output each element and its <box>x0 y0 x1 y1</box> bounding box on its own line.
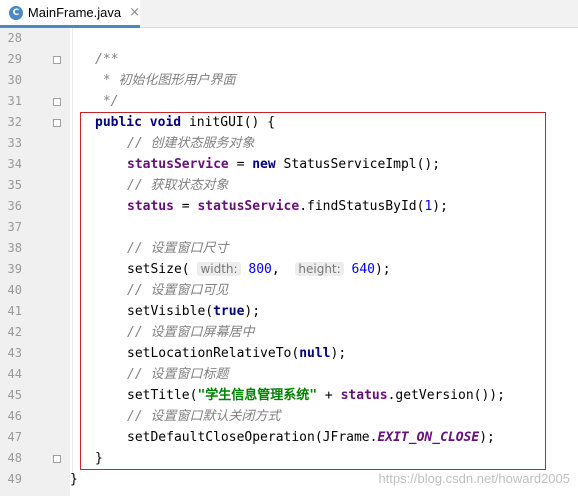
line-number: 31 <box>7 94 22 108</box>
code-token: * 初始化图形用户界面 <box>95 73 236 88</box>
line-number: 46 <box>7 409 22 423</box>
fold-marker-icon[interactable] <box>53 98 61 106</box>
line-number: 32 <box>7 115 22 129</box>
line-number: 29 <box>7 52 22 66</box>
highlight-box <box>80 112 546 470</box>
line-number: 44 <box>7 367 22 381</box>
line-number: 47 <box>7 430 22 444</box>
line-number: 28 <box>7 31 22 45</box>
fold-marker-icon[interactable] <box>53 56 61 64</box>
line-number: 30 <box>7 73 22 87</box>
line-number: 49 <box>7 472 22 486</box>
line-number: 37 <box>7 220 22 234</box>
close-icon[interactable]: × <box>129 5 140 20</box>
line-number: 41 <box>7 304 22 318</box>
code-line[interactable]: /** <box>95 49 118 70</box>
code-token: } <box>70 472 78 487</box>
tab-mainframe-java[interactable]: C MainFrame.java × <box>0 0 140 28</box>
line-number: 39 <box>7 262 22 276</box>
line-number: 40 <box>7 283 22 297</box>
java-class-icon: C <box>9 5 23 20</box>
line-number: 42 <box>7 325 22 339</box>
line-number: 43 <box>7 346 22 360</box>
watermark: https://blog.csdn.net/howard2005 <box>378 471 570 486</box>
fold-marker-icon[interactable] <box>53 455 61 463</box>
tab-label: MainFrame.java <box>27 5 122 20</box>
code-line[interactable]: * 初始化图形用户界面 <box>95 70 236 91</box>
line-number: 35 <box>7 178 22 192</box>
code-token: */ <box>95 94 119 109</box>
code-line[interactable]: } <box>70 469 78 490</box>
line-number: 38 <box>7 241 22 255</box>
line-number: 45 <box>7 388 22 402</box>
code-token: /** <box>95 52 119 67</box>
line-number: 48 <box>7 451 22 465</box>
line-number: 36 <box>7 199 22 213</box>
editor-tab-bar: C MainFrame.java × <box>0 0 578 28</box>
line-number: 33 <box>7 136 22 150</box>
line-numbers: 28 29 30 31 32 33 34 35 36 37 38 39 40 41 42 43 44 45 46 47… <box>0 28 64 496</box>
code-line[interactable]: */ <box>95 91 119 112</box>
line-number: 34 <box>7 157 22 171</box>
fold-marker-icon[interactable] <box>53 119 61 127</box>
